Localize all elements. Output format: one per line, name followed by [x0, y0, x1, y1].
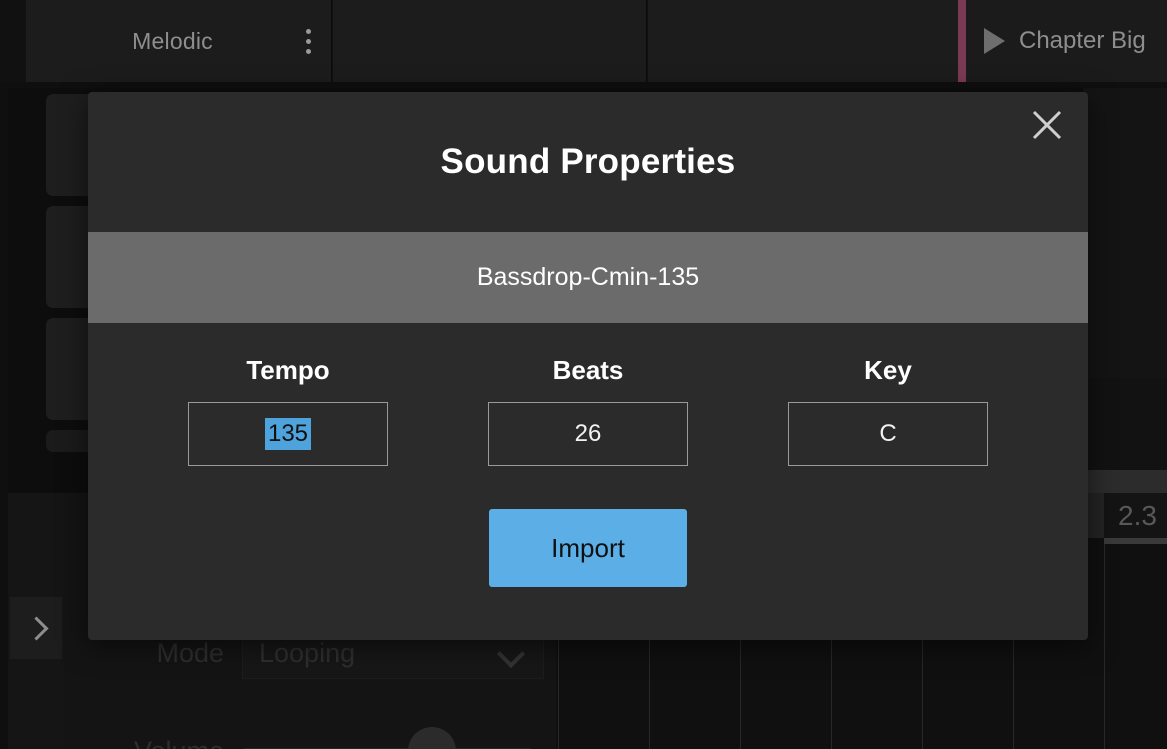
dialog-header: Sound Properties — [88, 92, 1088, 232]
rail-band-highlight — [1083, 470, 1167, 494]
chapter-marker-bar — [958, 0, 966, 82]
sound-tile-melodic[interactable]: Melodic — [26, 0, 332, 82]
sound-tile-label: Melodic — [132, 27, 213, 54]
chapter-label: Chapter Big — [1019, 27, 1146, 54]
mode-select-value: Looping — [259, 637, 356, 668]
field-key: Key C — [788, 355, 988, 466]
field-label-beats: Beats — [552, 355, 624, 385]
page-title: Sound Properties — [440, 142, 736, 181]
import-button[interactable]: Import — [489, 509, 687, 587]
beats-input[interactable]: 26 — [488, 402, 688, 466]
sound-tile-empty-1[interactable] — [333, 0, 647, 82]
field-label-tempo: Tempo — [246, 355, 330, 385]
dialog-actions: Import — [88, 509, 1088, 587]
tempo-input[interactable]: 135 — [188, 402, 388, 466]
sound-tile-empty-2[interactable] — [648, 0, 959, 82]
chevron-right-icon — [23, 615, 49, 641]
sound-name-bar: Bassdrop-Cmin-135 — [88, 232, 1088, 323]
volume-row: Volume — [64, 721, 584, 749]
rail-band — [1083, 88, 1167, 378]
key-input[interactable]: C — [788, 402, 988, 466]
sound-tiles-strip: Melodic Chapter Big — [0, 0, 1167, 82]
play-icon[interactable] — [984, 28, 1005, 54]
app-root: Melodic Chapter Big Mode Looping 2.3 Sou… — [0, 0, 1167, 749]
timeline-marker: 2.3 — [1104, 493, 1167, 538]
timeline-gridline — [1104, 538, 1105, 749]
sound-name: Bassdrop-Cmin-135 — [476, 263, 700, 291]
sound-properties-dialog: Sound Properties Bassdrop-Cmin-135 Tempo… — [88, 92, 1088, 640]
timeline-marker-underline — [1104, 538, 1167, 544]
volume-slider-knob[interactable] — [408, 727, 456, 749]
field-tempo: Tempo 135 — [188, 355, 388, 466]
rail-band — [1083, 378, 1167, 470]
volume-label: Volume — [64, 736, 242, 749]
chevron-down-icon — [496, 639, 526, 669]
panel-expand-button[interactable] — [10, 597, 62, 659]
field-label-key: Key — [864, 355, 912, 385]
mode-label: Mode — [156, 637, 224, 668]
key-value: C — [879, 420, 897, 447]
close-icon[interactable] — [1024, 102, 1070, 148]
beats-value: 26 — [574, 420, 602, 447]
chapter-header[interactable]: Chapter Big — [966, 0, 1167, 82]
kebab-menu-icon[interactable] — [293, 28, 331, 54]
properties-fields: Tempo 135 Beats 26 Key C — [88, 355, 1088, 466]
field-beats: Beats 26 — [488, 355, 688, 466]
tempo-value: 135 — [264, 418, 312, 450]
